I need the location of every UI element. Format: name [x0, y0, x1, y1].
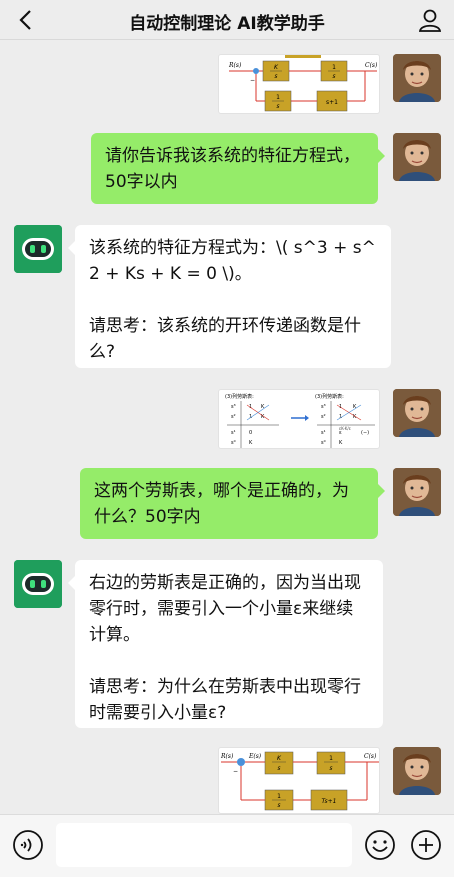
user-avatar[interactable]: [393, 747, 441, 795]
bot-message-bubble[interactable]: 右边的劳斯表是正确的，因为当出现零行时，需要引入一个小量ε来继续计算。 请思考：…: [68, 560, 383, 728]
routh-row-s3-right: s³: [321, 404, 326, 410]
bot-followup-text: 请思考：该系统的开环传递函数是什么?: [89, 316, 361, 362]
routh-tables: (3)列劳斯表: s³ s² s¹ s⁰ 1 K 1 K 0 K (3)列劳斯表…: [225, 393, 375, 448]
routh-left-title: (3)列劳斯表:: [225, 393, 254, 400]
robot-icon: [14, 225, 62, 273]
user-message-text: 请你告诉我该系统的特征方程式，50字以内: [105, 146, 360, 192]
routh-row-s0: s⁰: [231, 440, 236, 446]
routh-right-sign: (−): [361, 430, 369, 436]
d2-block2-den: s: [329, 765, 332, 772]
d2-block2-num: 1: [329, 755, 333, 762]
bot-message-text: 该系统的特征方程式为：\( s^3 + s^2 + Ks + K = 0 \)。: [89, 238, 376, 284]
bot-followup-text: 请思考：为什么在劳斯表中出现零行时需要引入小量ε?: [89, 677, 361, 723]
emoji-icon[interactable]: [364, 829, 396, 861]
bot-message-bubble[interactable]: 该系统的特征方程式为：\( s^3 + s^2 + Ks + K = 0 \)。…: [68, 225, 391, 368]
routh-right-note: εK-K/ε: [339, 426, 351, 431]
user-avatar[interactable]: [393, 54, 441, 102]
block2-num: 1: [332, 64, 336, 71]
routh-left-v6: K: [249, 440, 253, 446]
d2-block3-den: s: [277, 802, 280, 809]
routh-right-v6: K: [339, 440, 343, 446]
user-avatar[interactable]: [393, 468, 441, 516]
user-avatar-image: [393, 747, 441, 795]
routh-right-title: (3)列劳斯表:: [315, 393, 344, 400]
user-avatar-image: [393, 468, 441, 516]
user-avatar[interactable]: [393, 389, 441, 437]
diagram-input-label: R(s): [228, 62, 242, 69]
block-diagram-image[interactable]: R(s) E(s) C(s) − K s 1 s Ts+1 1 s: [218, 747, 380, 814]
page-title: 自动控制理论 AI教学助手: [129, 14, 325, 34]
block-diagram-2: R(s) E(s) C(s) − K s 1 s Ts+1 1 s: [220, 751, 379, 811]
d2-block3-num: 1: [277, 793, 281, 800]
user-message-text: 这两个劳斯表，哪个是正确的，为什么？50字内: [94, 481, 349, 527]
user-message-bubble[interactable]: 这两个劳斯表，哪个是正确的，为什么？50字内: [80, 468, 385, 539]
routh-table-image[interactable]: (3)列劳斯表: s³ s² s¹ s⁰ 1 K 1 K 0 K (3)列劳斯表…: [218, 389, 380, 449]
routh-row-s3: s³: [231, 404, 236, 410]
routh-row-s0-right: s⁰: [321, 440, 326, 446]
block3-den: s: [276, 103, 279, 110]
bot-avatar[interactable]: [14, 560, 62, 608]
block4-label: s+1: [326, 99, 338, 106]
chat-messages[interactable]: R(s) C(s) − K s 1 s s+1 1 s 请你告诉我该系统的特征方…: [0, 40, 454, 814]
d2-block4-label: Ts+1: [322, 798, 337, 805]
bot-message-text: 右边的劳斯表是正确的，因为当出现零行时，需要引入一个小量ε来继续计算。: [89, 573, 361, 645]
diagram-minus: −: [250, 77, 255, 84]
diagram2-output-label: C(s): [364, 753, 377, 760]
block-diagram-image[interactable]: R(s) C(s) − K s 1 s s+1 1 s: [218, 54, 380, 114]
diagram2-error-label: E(s): [248, 753, 262, 760]
routh-row-s1-right: s¹: [321, 430, 326, 436]
d2-block1-den: s: [277, 765, 280, 772]
diagram2-input-label: R(s): [220, 753, 234, 760]
routh-left-v5: 0: [249, 430, 252, 436]
block3-num: 1: [276, 94, 280, 101]
voice-icon[interactable]: [12, 829, 44, 861]
person-icon[interactable]: [418, 7, 442, 33]
user-avatar-image: [393, 389, 441, 437]
bot-avatar[interactable]: [14, 225, 62, 273]
header-bar: 自动控制理论 AI教学助手: [0, 0, 454, 40]
diagram2-minus: −: [233, 768, 238, 775]
block-diagram-1: R(s) C(s) − K s 1 s s+1 1 s: [228, 55, 378, 112]
block2-den: s: [332, 73, 335, 80]
diagram-output-label: C(s): [365, 62, 378, 69]
user-avatar[interactable]: [393, 133, 441, 181]
user-avatar-image: [393, 54, 441, 102]
routh-row-s2-right: s²: [321, 414, 326, 420]
user-avatar-image: [393, 133, 441, 181]
block1-den: s: [274, 73, 277, 80]
routh-row-s1: s¹: [231, 430, 236, 436]
input-bar: [0, 814, 454, 877]
user-message-bubble[interactable]: 请你告诉我该系统的特征方程式，50字以内: [91, 133, 385, 204]
robot-icon: [14, 560, 62, 608]
message-input[interactable]: [56, 823, 352, 867]
plus-icon[interactable]: [410, 829, 442, 861]
routh-row-s2: s²: [231, 414, 236, 420]
